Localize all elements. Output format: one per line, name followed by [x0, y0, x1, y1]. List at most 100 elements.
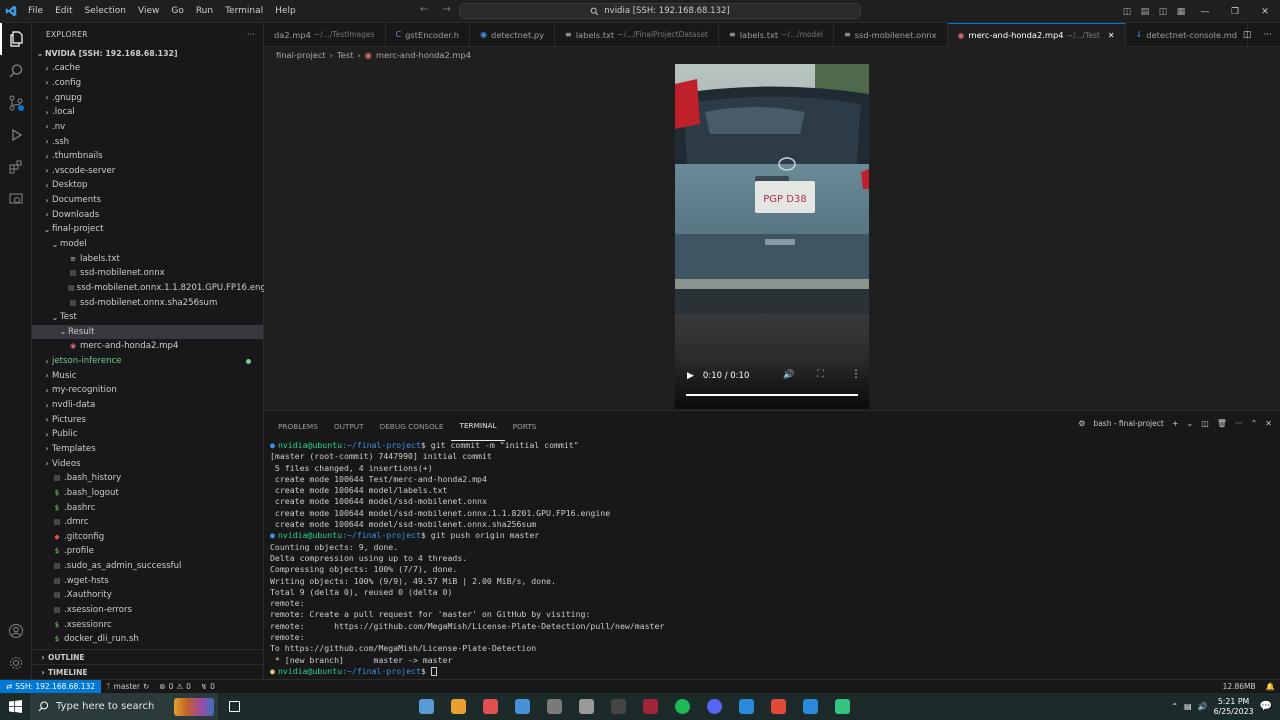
- close-tab-icon[interactable]: ✕: [1108, 31, 1115, 40]
- folder-item[interactable]: › .local: [32, 105, 263, 120]
- editor-tab[interactable]: CgstEncoder.h: [386, 22, 471, 47]
- file-item[interactable]: $ .xsessionrc: [32, 617, 263, 632]
- panel-tab-output[interactable]: OUTPUT: [326, 411, 372, 441]
- source-control-icon[interactable]: [0, 87, 32, 119]
- split-terminal-icon[interactable]: ◫: [1201, 419, 1209, 428]
- notification-center-icon[interactable]: 💬: [1260, 701, 1272, 712]
- taskbar-app-icon[interactable]: [538, 693, 570, 720]
- menu-item-go[interactable]: Go: [165, 6, 189, 16]
- play-icon[interactable]: ▶: [687, 371, 694, 381]
- extensions-icon[interactable]: [0, 151, 32, 183]
- more-actions-icon[interactable]: ···: [247, 30, 255, 39]
- terminal-output[interactable]: ● nvidia@ubuntu:~/final-project$ git comm…: [270, 440, 664, 677]
- menu-item-edit[interactable]: Edit: [49, 6, 78, 16]
- close-icon[interactable]: ✕: [1250, 7, 1280, 17]
- file-item[interactable]: ▤ ssd-mobilenet.onnx.sha256sum: [32, 295, 263, 310]
- panel-tab-terminal[interactable]: TERMINAL: [451, 411, 505, 441]
- folder-item[interactable]: › .ssh: [32, 134, 263, 149]
- toggle-secondary-sidebar-icon[interactable]: ◫: [1154, 7, 1172, 17]
- taskbar-app-icon[interactable]: [570, 693, 602, 720]
- panel-tab-ports[interactable]: PORTS: [505, 411, 545, 441]
- file-item[interactable]: ▤ .bash_history: [32, 471, 263, 486]
- search-icon[interactable]: [0, 55, 32, 87]
- settings-gear-icon[interactable]: [0, 647, 32, 679]
- volume-icon[interactable]: 🔊: [1198, 702, 1208, 711]
- taskbar-app-icon[interactable]: [826, 693, 858, 720]
- folder-item[interactable]: › Templates: [32, 442, 263, 457]
- file-item[interactable]: $ .bash_logout: [32, 486, 263, 501]
- panel-tab-problems[interactable]: PROBLEMS: [270, 411, 326, 441]
- split-editor-icon[interactable]: ◫: [1243, 30, 1252, 40]
- file-item[interactable]: ▤ .sudo_as_admin_successful: [32, 559, 263, 574]
- folder-item[interactable]: ⌄ Result: [32, 324, 263, 340]
- editor-tab[interactable]: ◉ detectnet.py: [470, 22, 556, 47]
- file-item[interactable]: $ .profile: [32, 544, 263, 559]
- back-arrow-icon[interactable]: ←: [420, 4, 428, 15]
- terminal-name[interactable]: bash - final-project: [1093, 419, 1163, 428]
- timeline-section[interactable]: › TIMELINE: [32, 664, 264, 679]
- windows-start-icon[interactable]: [0, 693, 30, 720]
- restore-icon[interactable]: ❐: [1220, 7, 1250, 17]
- new-terminal-plus-icon[interactable]: +: [1172, 419, 1179, 428]
- file-item[interactable]: $ docker_dli_run.sh: [32, 632, 263, 647]
- folder-item[interactable]: › my-recognition: [32, 383, 263, 398]
- panel-tab-debug-console[interactable]: DEBUG CONSOLE: [372, 411, 452, 441]
- outline-section[interactable]: › OUTLINE: [32, 649, 264, 664]
- taskbar-app-icon[interactable]: [730, 693, 762, 720]
- chevron-down-icon[interactable]: ⌄: [1187, 419, 1194, 428]
- menu-item-selection[interactable]: Selection: [79, 6, 132, 16]
- video-menu-icon[interactable]: ⋮: [851, 369, 861, 380]
- taskbar-app-icon[interactable]: [602, 693, 634, 720]
- folder-item[interactable]: › .thumbnails: [32, 149, 263, 164]
- taskbar-app-icon[interactable]: [442, 693, 474, 720]
- folder-item[interactable]: ⌄ Test: [32, 310, 263, 325]
- notifications-bell-icon[interactable]: 🔔: [1261, 682, 1280, 691]
- file-item[interactable]: ▤ .Xauthority: [32, 588, 263, 603]
- remote-explorer-icon[interactable]: [0, 183, 32, 215]
- file-item[interactable]: ▤ .wget-hsts: [32, 573, 263, 588]
- file-item[interactable]: ▤ ssd-mobilenet.onnx.1.1.8201.GPU.FP16.en…: [32, 281, 279, 296]
- command-center-search[interactable]: nvidia [SSH: 192.168.68.132]: [459, 3, 861, 19]
- folder-item[interactable]: › Pictures: [32, 412, 263, 427]
- taskbar-app-icon[interactable]: [506, 693, 538, 720]
- editor-tab[interactable]: ≡ labels.txt ~/.../model: [719, 22, 834, 47]
- taskbar-search[interactable]: Type here to search: [30, 693, 218, 720]
- file-item[interactable]: ≡ labels.txt: [32, 251, 263, 266]
- remote-indicator[interactable]: ⇄ SSH: 192.168.68.132: [0, 679, 102, 694]
- folder-item[interactable]: › Music: [32, 368, 263, 383]
- taskbar-app-icon[interactable]: [634, 693, 666, 720]
- close-panel-icon[interactable]: ✕: [1265, 419, 1272, 428]
- workspace-root[interactable]: ⌄ NVIDIA [SSH: 192.168.68.132]: [32, 46, 263, 61]
- editor-tab[interactable]: ◉ merc-and-honda2.mp4 ~/.../Test ✕: [947, 22, 1126, 47]
- folder-item[interactable]: › Videos: [32, 456, 263, 471]
- toggle-sidebar-icon[interactable]: ◫: [1118, 7, 1136, 17]
- menu-item-terminal[interactable]: Terminal: [219, 6, 269, 16]
- taskbar-app-icon[interactable]: [410, 693, 442, 720]
- video-progress-track[interactable]: [686, 394, 858, 396]
- folder-item[interactable]: › Documents: [32, 193, 263, 208]
- folder-item[interactable]: › .cache: [32, 61, 263, 76]
- explorer-icon[interactable]: [0, 23, 32, 55]
- account-icon[interactable]: [0, 615, 32, 647]
- toggle-panel-icon[interactable]: ▤: [1136, 7, 1154, 17]
- file-item[interactable]: ▤ ssd-mobilenet.onnx: [32, 266, 263, 281]
- taskbar-app-icon[interactable]: [698, 693, 730, 720]
- tray-chevron-up-icon[interactable]: ⌃: [1171, 702, 1178, 711]
- menu-item-run[interactable]: Run: [190, 6, 219, 16]
- fullscreen-icon[interactable]: ⛶: [817, 369, 824, 380]
- folder-item[interactable]: › Public: [32, 427, 263, 442]
- file-item[interactable]: $ .bashrc: [32, 500, 263, 515]
- run-debug-icon[interactable]: [0, 119, 32, 151]
- folder-item[interactable]: › Downloads: [32, 207, 263, 222]
- customize-layout-icon[interactable]: ▦: [1172, 7, 1190, 17]
- breadcrumb-item[interactable]: Test: [337, 50, 353, 60]
- more-actions-icon[interactable]: ···: [1263, 30, 1272, 40]
- network-icon[interactable]: ▤: [1184, 702, 1192, 711]
- menu-item-file[interactable]: File: [22, 6, 49, 16]
- minimize-icon[interactable]: —: [1190, 7, 1220, 17]
- taskbar-app-icon[interactable]: [794, 693, 826, 720]
- folder-item[interactable]: ⌄ final-project: [32, 222, 263, 237]
- taskbar-app-icon[interactable]: [762, 693, 794, 720]
- taskbar-app-icon[interactable]: [474, 693, 506, 720]
- task-view-icon[interactable]: [218, 693, 250, 720]
